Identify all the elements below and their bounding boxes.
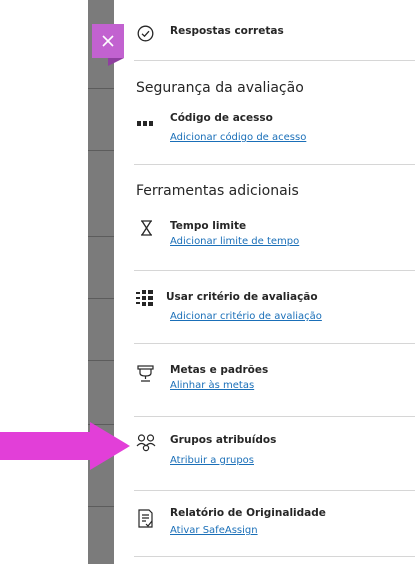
trophy-icon [136,364,154,382]
strip-divider [88,360,114,361]
time-limit-title: Tempo limite [170,220,247,232]
originality-report-title: Relatório de Originalidade [170,507,326,519]
content-strip [88,0,114,564]
divider [134,270,415,271]
strip-divider [88,236,114,237]
access-code-title: Código de acesso [170,112,273,124]
check-circle-icon [136,24,154,42]
hourglass-icon [138,219,154,237]
strip-divider [88,150,114,151]
divider [134,343,415,344]
strip-divider [88,88,114,89]
add-access-code-link[interactable]: Adicionar código de acesso [170,132,306,143]
rubric-icon [136,290,154,306]
assigned-groups-title: Grupos atribuídos [170,434,277,446]
close-button-tail [108,58,124,66]
divider [134,490,415,491]
tools-section-heading: Ferramentas adicionais [136,183,299,199]
strip-divider [88,298,114,299]
add-rubric-link[interactable]: Adicionar critério de avaliação [170,311,322,322]
security-section-heading: Segurança da avaliação [136,80,304,96]
strip-divider [88,506,114,507]
divider [134,416,415,417]
assign-groups-link[interactable]: Atribuir a grupos [170,455,254,466]
align-goals-link[interactable]: Alinhar às metas [170,380,254,391]
correct-answers-title[interactable]: Respostas corretas [170,25,284,37]
divider [134,164,415,165]
close-icon [102,35,114,47]
divider [134,60,415,61]
rubric-title: Usar critério de avaliação [166,291,318,303]
goals-title: Metas e padrões [170,364,269,376]
pointer-arrow [0,422,130,470]
access-code-icon [136,119,154,129]
divider [134,556,415,557]
report-icon [137,508,153,528]
page-background [0,0,88,564]
add-time-limit-link[interactable]: Adicionar limite de tempo [170,236,299,247]
enable-safeassign-link[interactable]: Ativar SafeAssign [170,525,258,536]
close-button[interactable] [92,24,124,58]
